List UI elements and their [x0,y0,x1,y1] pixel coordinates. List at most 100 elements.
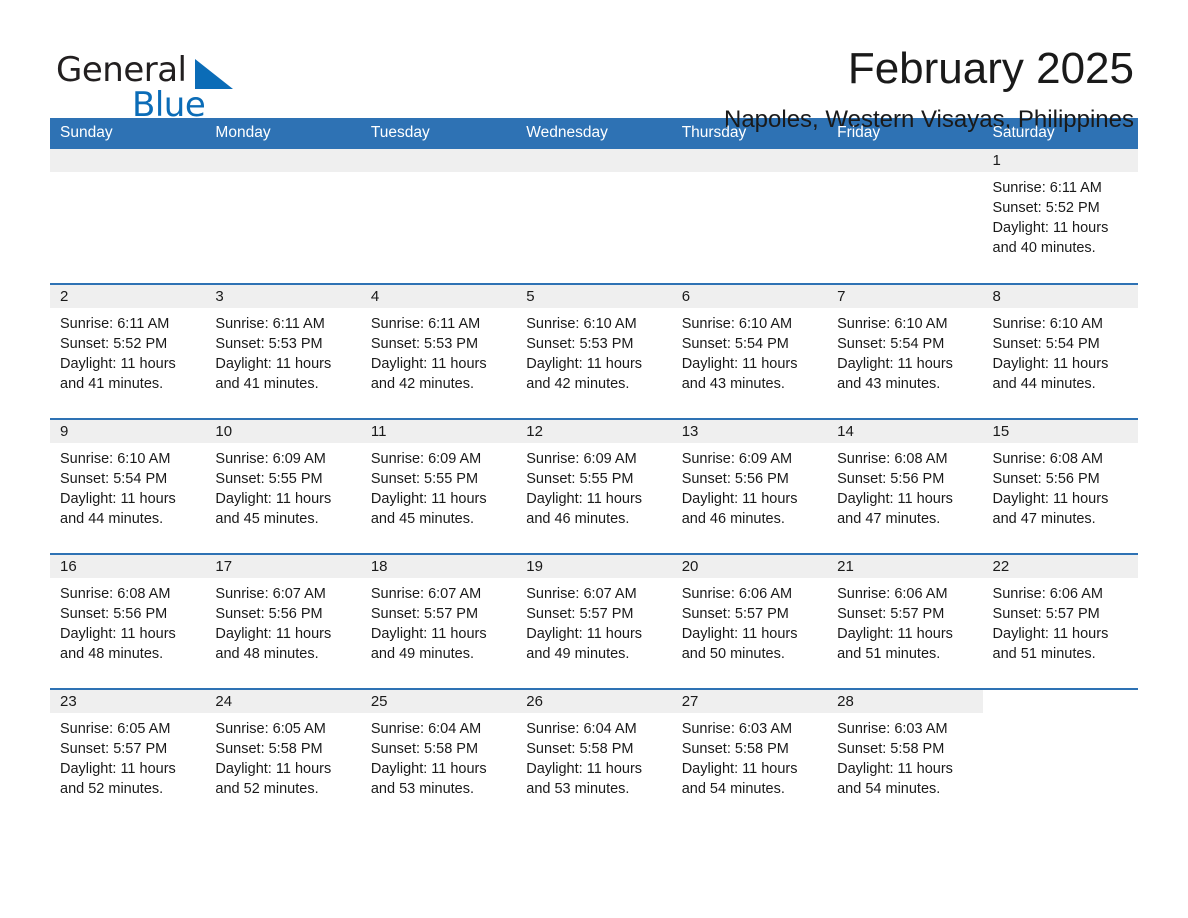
sunset-text: Sunset: 5:55 PM [370,471,479,487]
day-sun-info: Sunrise: 6:07 AM Sunset: 5:57 PM Daylight:… [361,578,516,664]
calendar-day-cell[interactable]: 25 Sunrise: 6:04 AM Sunset: 5:58 PM Dayligh… [360,688,517,824]
day-number: 2 [50,285,206,308]
sunset-text: Sunset: 5:58 PM [215,741,323,757]
day-number: 7 [827,285,983,308]
sunset-text: Sunset: 5:54 PM [60,471,168,487]
daylight-text-line1: Daylight: 11 hours [837,356,953,372]
day-number: 13 [671,420,828,443]
sunrise-text: Sunrise: 6:10 AM [60,451,171,467]
calendar-day-cell[interactable]: 15 Sunrise: 6:08 AM Sunset: 5:56 PM Dayligh… [982,418,1138,554]
calendar-day-cell[interactable]: 20 Sunrise: 6:06 AM Sunset: 5:57 PM Dayligh… [671,553,828,689]
calendar-day-cell[interactable]: 1 Sunrise: 6:11 AM Sunset: 5:52 PM Daylight… [982,149,1138,284]
daylight-text-line2: and 42 minutes. [370,376,475,392]
day-sun-info: Sunrise: 6:10 AM Sunset: 5:54 PM Daylight:… [827,308,982,394]
day-cell-inner: 11 Sunrise: 6:09 AM Sunset: 5:55 PM Dayligh… [360,420,517,553]
calendar-day-cell[interactable]: 19 Sunrise: 6:07 AM Sunset: 5:57 PM Dayligh… [516,553,672,689]
daylight-text-line1: Daylight: 11 hours [992,491,1109,507]
calendar-day-cell[interactable]: 2 Sunrise: 6:11 AM Sunset: 5:52 PM Daylight… [50,283,206,419]
calendar-day-cell[interactable]: 16 Sunrise: 6:08 AM Sunset: 5:56 PM Dayligh… [50,553,206,689]
calendar-week-row: 1 Sunrise: 6:11 AM Sunset: 5:52 PM Daylight… [50,149,1138,284]
day-sun-info: Sunrise: 6:10 AM Sunset: 5:54 PM Daylight:… [672,308,827,394]
sunset-text: Sunset: 5:54 PM [837,336,945,352]
sunset-text: Sunset: 5:53 PM [370,336,479,352]
sunset-text: Sunset: 5:52 PM [60,336,168,352]
day-cell-inner [360,149,517,283]
day-cell-inner: 17 Sunrise: 6:07 AM Sunset: 5:56 PM Dayligh… [205,555,361,688]
page-title: February 2025 [847,44,1134,93]
calendar-day-cell[interactable]: 18 Sunrise: 6:07 AM Sunset: 5:57 PM Dayligh… [360,553,517,689]
day-number: 20 [671,555,828,578]
sunset-text: Sunset: 5:58 PM [526,741,634,757]
daylight-text-line1: Daylight: 11 hours [992,626,1109,642]
calendar-day-cell[interactable]: 8 Sunrise: 6:10 AM Sunset: 5:54 PM Daylight… [982,283,1138,419]
calendar-day-cell[interactable]: 11 Sunrise: 6:09 AM Sunset: 5:55 PM Dayligh… [360,418,517,554]
calendar-day-cell[interactable]: 7 Sunrise: 6:10 AM Sunset: 5:54 PM Daylight… [827,283,983,419]
calendar-day-cell[interactable]: 21 Sunrise: 6:06 AM Sunset: 5:57 PM Dayligh… [827,553,983,689]
calendar-day-cell[interactable]: 23 Sunrise: 6:05 AM Sunset: 5:57 PM Dayligh… [50,688,206,824]
calendar-day-cell[interactable]: 12 Sunrise: 6:09 AM Sunset: 5:55 PM Dayligh… [516,418,672,554]
calendar-week-row: 16 Sunrise: 6:08 AM Sunset: 5:56 PM Dayligh… [50,553,1138,689]
day-cell-inner: 24 Sunrise: 6:05 AM Sunset: 5:58 PM Dayligh… [205,690,361,824]
sunset-text: Sunset: 5:56 PM [992,471,1100,487]
calendar-day-cell[interactable]: 22 Sunrise: 6:06 AM Sunset: 5:57 PM Dayligh… [982,553,1138,689]
day-sun-info: Sunrise: 6:07 AM Sunset: 5:56 PM Daylight:… [205,578,360,664]
calendar-day-cell[interactable]: 5 Sunrise: 6:10 AM Sunset: 5:53 PM Daylight… [516,283,672,419]
day-cell-inner: 16 Sunrise: 6:08 AM Sunset: 5:56 PM Dayligh… [50,555,206,688]
day-cell-inner: 21 Sunrise: 6:06 AM Sunset: 5:57 PM Dayligh… [827,555,983,688]
sunrise-text: Sunrise: 6:06 AM [681,586,793,602]
day-sun-info: Sunrise: 6:11 AM Sunset: 5:52 PM Daylight:… [50,308,205,394]
daylight-text-line1: Daylight: 11 hours [526,356,643,372]
daylight-text-line2: and 45 minutes. [370,511,475,527]
calendar-day-cell-empty [50,149,206,284]
sunset-text: Sunset: 5:53 PM [215,336,323,352]
day-sun-info: Sunrise: 6:05 AM Sunset: 5:58 PM Daylight:… [205,713,360,799]
day-number: 1 [982,149,1138,172]
calendar-day-cell[interactable]: 4 Sunrise: 6:11 AM Sunset: 5:53 PM Daylight… [360,283,517,419]
day-sun-info: Sunrise: 6:10 AM Sunset: 5:53 PM Daylight:… [516,308,671,394]
calendar-day-cell[interactable]: 27 Sunrise: 6:03 AM Sunset: 5:58 PM Dayligh… [671,688,828,824]
daylight-text-line1: Daylight: 11 hours [837,761,953,777]
sunset-text: Sunset: 5:57 PM [681,606,789,622]
calendar-day-cell[interactable]: 9 Sunrise: 6:10 AM Sunset: 5:54 PM Daylight… [50,418,206,554]
daylight-text-line1: Daylight: 11 hours [60,626,176,642]
day-number: 8 [982,285,1138,308]
calendar-day-cell[interactable]: 3 Sunrise: 6:11 AM Sunset: 5:53 PM Daylight… [205,283,361,419]
daylight-text-line2: and 44 minutes. [992,376,1096,392]
sunrise-text: Sunrise: 6:09 AM [681,451,793,467]
calendar-day-cell[interactable]: 14 Sunrise: 6:08 AM Sunset: 5:56 PM Dayligh… [827,418,983,554]
calendar-day-cell[interactable]: 6 Sunrise: 6:10 AM Sunset: 5:54 PM Daylight… [671,283,828,419]
day-sun-info: Sunrise: 6:04 AM Sunset: 5:58 PM Daylight:… [361,713,516,799]
daylight-text-line2: and 46 minutes. [526,511,630,527]
day-cell-inner: 6 Sunrise: 6:10 AM Sunset: 5:54 PM Daylight… [671,285,828,418]
day-cell-inner: 15 Sunrise: 6:08 AM Sunset: 5:56 PM Dayligh… [982,420,1138,553]
calendar-day-cell[interactable]: 28 Sunrise: 6:03 AM Sunset: 5:58 PM Dayligh… [827,688,983,824]
calendar-day-cell-empty [516,149,672,284]
day-cell-inner: 10 Sunrise: 6:09 AM Sunset: 5:55 PM Dayligh… [205,420,361,553]
day-sun-info: Sunrise: 6:04 AM Sunset: 5:58 PM Daylight:… [516,713,671,799]
day-cell-inner: 26 Sunrise: 6:04 AM Sunset: 5:58 PM Dayligh… [516,690,672,824]
sunset-text: Sunset: 5:57 PM [837,606,945,622]
sunrise-text: Sunrise: 6:07 AM [370,586,482,602]
generalblue-logo[interactable]: General Blue [50,46,250,125]
daylight-text-line1: Daylight: 11 hours [681,491,798,507]
calendar-day-cell[interactable]: 13 Sunrise: 6:09 AM Sunset: 5:56 PM Dayligh… [671,418,828,554]
page-header: General Blue February 2025 Napoles, West… [50,0,1138,133]
day-cell-inner: 27 Sunrise: 6:03 AM Sunset: 5:58 PM Dayligh… [671,690,828,824]
calendar-day-cell[interactable]: 24 Sunrise: 6:05 AM Sunset: 5:58 PM Dayligh… [205,688,361,824]
daylight-text-line2: and 41 minutes. [60,376,164,392]
daylight-text-line2: and 44 minutes. [60,511,164,527]
calendar-day-cell[interactable]: 17 Sunrise: 6:07 AM Sunset: 5:56 PM Dayligh… [205,553,361,689]
daylight-text-line2: and 54 minutes. [837,781,941,797]
day-number-placeholder [516,149,672,172]
day-sun-info: Sunrise: 6:05 AM Sunset: 5:57 PM Daylight:… [50,713,205,799]
sunset-text: Sunset: 5:57 PM [992,606,1100,622]
day-sun-info: Sunrise: 6:08 AM Sunset: 5:56 PM Daylight:… [827,443,982,529]
calendar-day-cell[interactable]: 26 Sunrise: 6:04 AM Sunset: 5:58 PM Dayligh… [516,688,672,824]
day-cell-inner: 18 Sunrise: 6:07 AM Sunset: 5:57 PM Dayligh… [360,555,517,688]
daylight-text-line1: Daylight: 11 hours [370,626,487,642]
sunset-text: Sunset: 5:55 PM [215,471,323,487]
calendar-day-cell[interactable]: 10 Sunrise: 6:09 AM Sunset: 5:55 PM Dayligh… [205,418,361,554]
daylight-text-line1: Daylight: 11 hours [370,491,487,507]
sunset-text: Sunset: 5:56 PM [681,471,789,487]
daylight-text-line2: and 48 minutes. [60,646,164,662]
